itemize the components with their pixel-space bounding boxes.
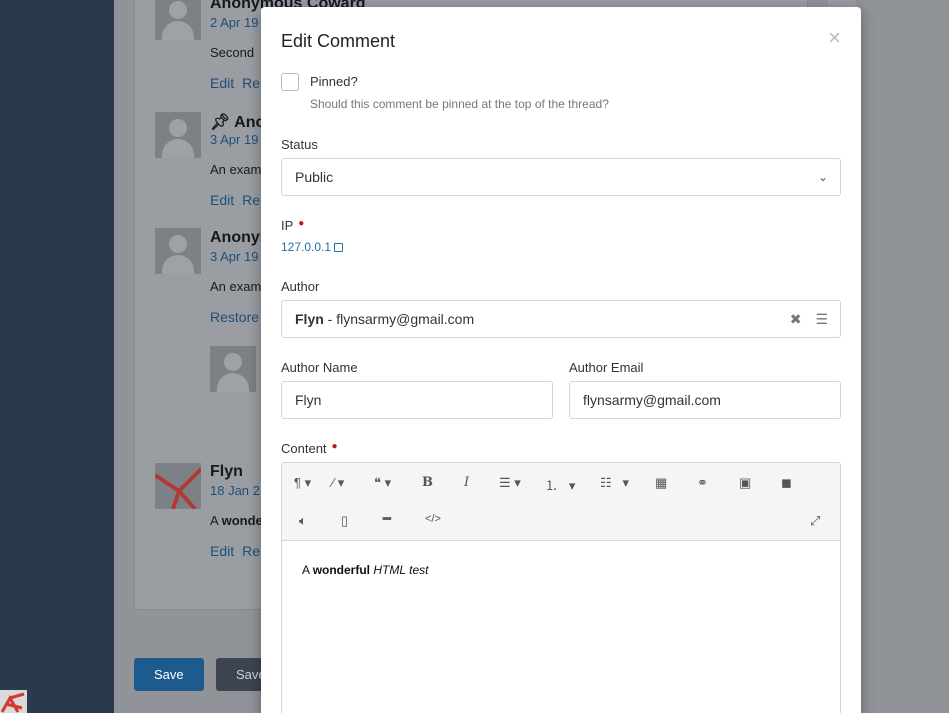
external-link-icon [334,243,344,252]
status-select[interactable]: Public ⌄ [281,158,841,196]
author-name-label: Author Name [281,360,358,375]
magic-wand-icon[interactable]: ⁄ ▾ [332,475,344,491]
status-value: Public [295,169,334,185]
fullscreen-icon[interactable]: ⤢ [810,513,820,529]
comment-date[interactable]: 18 Jan 2 [210,483,260,498]
pinned-checkbox[interactable] [281,73,299,91]
author-select-email: - flynsarmy@gmail.com [323,311,475,327]
author-select-actions: ✖ ☰ [776,301,828,337]
comment-date[interactable]: 2 Apr 19 [210,15,258,30]
avatar-pattern [155,467,201,509]
left-sidebar [0,0,114,713]
table-icon[interactable]: ▦ [655,475,667,491]
avatar [155,112,201,158]
horizontal-rule-icon[interactable]: ━ [383,511,391,527]
comment-date[interactable]: 3 Apr 19 [210,249,258,264]
edit-link[interactable]: Edit [210,543,234,559]
edit-comment-modal: Edit Comment × Pinned? Should this comme… [261,7,861,713]
author-select[interactable]: Flyn - flynsarmy@gmail.com ✖ ☰ [281,300,841,338]
image-icon[interactable]: ▣ [739,475,751,491]
author-label: Author [281,279,320,294]
chevron-down-icon: ⌄ [817,170,828,184]
edit-link[interactable]: Edit [210,75,234,91]
pinned-help-text: Should this comment be pinned at the top… [310,97,609,111]
ordered-list-icon[interactable]: ⒈ ▾ [545,475,575,494]
edit-link[interactable]: Edit [210,192,234,208]
status-label: Status [281,137,318,152]
comment-text: A wonde [210,513,263,528]
author-name-input[interactable]: Flyn [281,381,553,419]
modal-title: Edit Comment [281,31,396,51]
unordered-list-icon[interactable]: ☷ ▾ [600,475,629,491]
align-icon[interactable]: ☰ ▾ [499,475,521,491]
pinned-label[interactable]: Pinned? [310,74,358,89]
clear-icon[interactable]: ✖ [790,311,802,327]
file-icon[interactable]: ▯ [341,513,348,529]
link-icon[interactable]: ⚭ [697,475,708,491]
video-icon[interactable]: ◼ [781,475,792,491]
author-email-label: Author Email [569,360,644,375]
save-button[interactable]: Save [134,658,204,691]
reply-avatar [210,346,256,392]
paragraph-icon[interactable]: ¶ ▾ [294,475,311,491]
code-icon[interactable]: </> [425,513,441,525]
content-label: Content ● [281,441,338,456]
editor-toolbar: ¶ ▾ ⁄ ▾ ❝ ▾ B I ☰ ▾ ⒈ ▾ ☷ ▾ ▦ ⚭ ▣ ◼ 🔈︎ ▯… [282,463,840,541]
required-indicator: ● [331,441,338,452]
ip-link[interactable]: 127.0.0.1 [281,240,344,254]
content-editor: ¶ ▾ ⁄ ▾ ❝ ▾ B I ☰ ▾ ⒈ ▾ ☷ ▾ ▦ ⚭ ▣ ◼ 🔈︎ ▯… [281,462,841,713]
comment-text: An exam [210,279,262,294]
logo-graphic [0,692,25,713]
ip-label: IP ● [281,218,305,233]
avatar [155,0,201,40]
editor-content[interactable]: A wonderful HTML test [282,541,840,599]
comment-date[interactable]: 3 Apr 19 [210,132,258,147]
comment-author: Flyn [210,463,243,480]
list-icon[interactable]: ☰ [815,311,828,327]
italic-icon[interactable]: I [464,475,469,490]
author-email-input[interactable]: flynsarmy@gmail.com [569,381,841,419]
bold-icon[interactable]: B [422,475,433,490]
avatar [155,463,201,509]
restore-link[interactable]: Restore [210,309,259,325]
comment-text: Second [210,45,255,60]
required-indicator: ● [298,218,305,229]
avatar [155,228,201,274]
pin-icon: 📌︎ [210,114,231,131]
audio-icon[interactable]: 🔈︎ [299,513,307,529]
app-logo [0,690,27,713]
comment-text: An exam [210,162,262,177]
close-icon[interactable]: × [828,25,841,51]
author-select-name: Flyn [295,311,324,327]
comment-actions: Restore [210,309,267,325]
quote-icon[interactable]: ❝ ▾ [374,475,391,491]
